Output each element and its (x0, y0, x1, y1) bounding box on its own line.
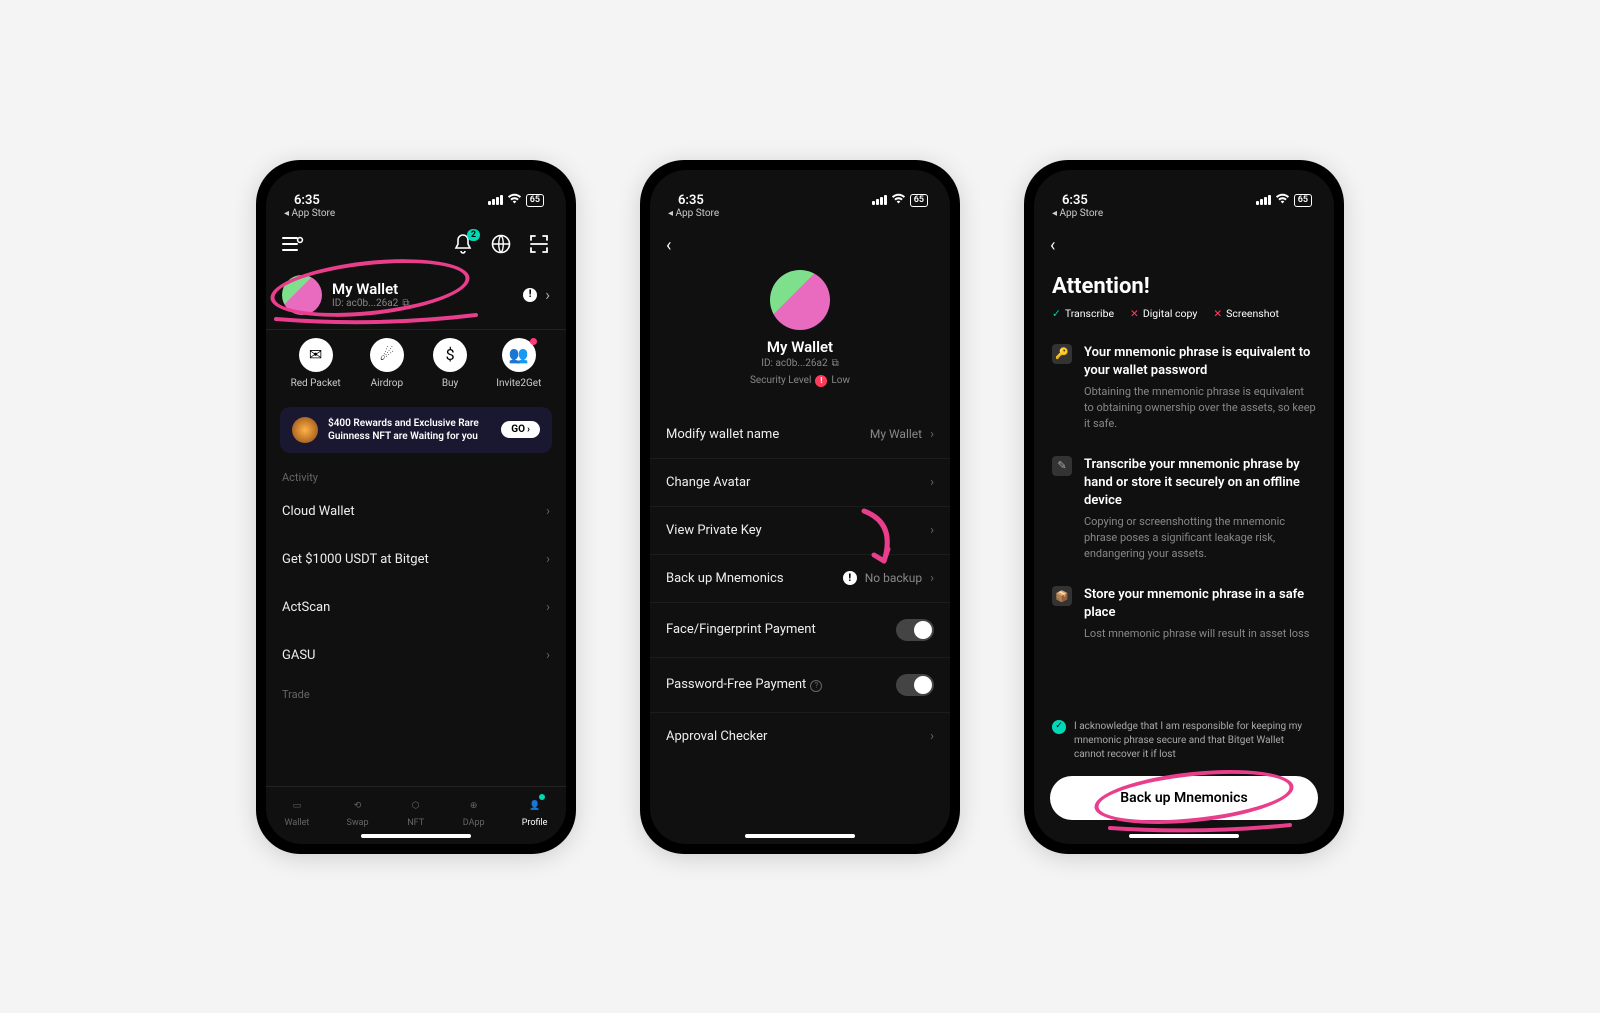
back-button[interactable]: ‹ (650, 225, 950, 264)
wifi-icon (507, 193, 522, 208)
tab-profile[interactable]: 👤Profile (522, 796, 548, 828)
home-indicator (1129, 834, 1239, 838)
key-icon: 🔑 (1052, 344, 1072, 364)
row-backup-mnemonics[interactable]: Back up Mnemonics ! No backup› (650, 555, 950, 603)
quick-red-packet[interactable]: ✉Red Packet (291, 338, 341, 389)
globe-icon[interactable] (490, 233, 512, 255)
status-bar: 6:35 65 (266, 170, 566, 208)
status-bar: 6:35 65 (650, 170, 950, 208)
banner-go-button[interactable]: GO› (501, 421, 540, 438)
copy-icon[interactable]: ⧉ (402, 298, 409, 309)
row-change-avatar[interactable]: Change Avatar› (650, 459, 950, 507)
home-indicator (745, 834, 855, 838)
notification-badge: 2 (467, 229, 480, 241)
rule-screenshot: ✕Screenshot (1213, 307, 1279, 320)
breadcrumb-back[interactable]: ◂ App Store (266, 208, 566, 225)
tab-swap[interactable]: ⟲Swap (347, 796, 369, 828)
row-gasu[interactable]: GASU› (266, 632, 566, 680)
rules-row: ✓Transcribe ✕Digital copy ✕Screenshot (1034, 307, 1334, 334)
row-cloud-wallet[interactable]: Cloud Wallet› (266, 488, 566, 536)
scan-icon[interactable] (528, 233, 550, 255)
info-block-3: 📦 Store your mnemonic phrase in a safe p… (1034, 576, 1334, 656)
phone-profile: 6:35 65 ◂ App Store 2 (256, 160, 576, 854)
alert-icon: ! (843, 571, 857, 585)
banner-image (292, 417, 318, 443)
row-approval-checker[interactable]: Approval Checker› (650, 713, 950, 761)
security-level: Security Level ! Low (750, 375, 850, 387)
status-time: 6:35 (1062, 193, 1088, 208)
row-get-usdt[interactable]: Get $1000 USDT at Bitget› (266, 536, 566, 584)
wallet-avatar (282, 275, 322, 315)
row-actscan[interactable]: ActScan› (266, 584, 566, 632)
wifi-icon (1275, 193, 1290, 208)
row-view-private-key[interactable]: View Private Key› (650, 507, 950, 555)
section-trade-label: Trade (266, 680, 566, 705)
check-icon: ✓ (1052, 307, 1061, 320)
security-dot-icon: ! (815, 375, 827, 387)
profile-header: 2 (266, 225, 566, 267)
wallet-id: ID: ac0b...26a2 ⧉ (761, 358, 838, 369)
wallet-header: My Wallet ID: ac0b...26a2 ⧉ Security Lev… (650, 264, 950, 401)
quick-invite2get[interactable]: 👥Invite2Get (496, 338, 541, 389)
row-face-payment[interactable]: Face/Fingerprint Payment (650, 603, 950, 658)
breadcrumb-back[interactable]: ◂ App Store (650, 208, 950, 225)
breadcrumb-back[interactable]: ◂ App Store (1034, 208, 1334, 225)
promo-banner[interactable]: $400 Rewards and Exclusive Rare Guinness… (280, 407, 552, 453)
section-activity-label: Activity (266, 463, 566, 488)
battery-icon: 65 (526, 194, 544, 207)
acknowledge-row[interactable]: ✓ I acknowledge that I am responsible fo… (1034, 708, 1334, 772)
wallet-card[interactable]: My Wallet ID: ac0b...26a2 ⧉ ! › (266, 267, 566, 329)
quick-airdrop[interactable]: ☄Airdrop (370, 338, 404, 389)
backup-mnemonics-button[interactable]: Back up Mnemonics (1050, 776, 1318, 820)
annotation-underline (1050, 820, 1334, 834)
info-block-1: 🔑 Your mnemonic phrase is equivalent to … (1034, 334, 1334, 446)
wallet-name: My Wallet (767, 338, 833, 356)
phone-attention: 6:35 65 ◂ App Store ‹ Attention! ✓Transc… (1024, 160, 1344, 854)
quick-buy[interactable]: $Buy (433, 338, 467, 389)
box-icon: 📦 (1052, 586, 1072, 606)
tab-nft[interactable]: ⬡NFT (406, 796, 426, 828)
row-modify-name[interactable]: Modify wallet name My Wallet› (650, 411, 950, 459)
info-block-2: ✎ Transcribe your mnemonic phrase by han… (1034, 446, 1334, 576)
alert-icon: ! (523, 288, 537, 302)
status-bar: 6:35 65 (1034, 170, 1334, 208)
pen-icon: ✎ (1052, 456, 1072, 476)
wallet-name: My Wallet (332, 280, 409, 298)
ack-checkbox-icon: ✓ (1052, 720, 1066, 734)
rule-transcribe: ✓Transcribe (1052, 307, 1114, 320)
status-time: 6:35 (678, 193, 704, 208)
notifications-icon[interactable]: 2 (452, 233, 474, 255)
x-icon: ✕ (1130, 307, 1139, 320)
attention-title: Attention! (1034, 264, 1334, 307)
tab-wallet[interactable]: ▭Wallet (285, 796, 310, 828)
settings-list-icon[interactable] (282, 233, 304, 255)
chevron-right-icon: › (545, 285, 550, 304)
toggle-pwfree-payment[interactable] (896, 674, 934, 696)
back-button[interactable]: ‹ (1034, 225, 1334, 264)
rule-digital-copy: ✕Digital copy (1130, 307, 1197, 320)
banner-text: $400 Rewards and Exclusive Rare Guinness… (328, 417, 491, 443)
tab-dapp[interactable]: ⊕DApp (463, 796, 485, 828)
phone-wallet-settings: 6:35 65 ◂ App Store ‹ My Wallet ID: ac0b… (640, 160, 960, 854)
row-pwfree-payment[interactable]: Password-Free Payment? (650, 658, 950, 713)
wallet-id: ID: ac0b...26a2 ⧉ (332, 298, 409, 309)
copy-icon[interactable]: ⧉ (832, 358, 839, 369)
status-time: 6:35 (294, 193, 320, 208)
signal-icon (872, 195, 887, 205)
x-icon: ✕ (1213, 307, 1222, 320)
help-icon[interactable]: ? (810, 680, 822, 692)
battery-icon: 65 (910, 194, 928, 207)
wifi-icon (891, 193, 906, 208)
home-indicator (361, 834, 471, 838)
signal-icon (1256, 195, 1271, 205)
wallet-avatar (770, 270, 830, 330)
ack-text: I acknowledge that I am responsible for … (1074, 720, 1316, 762)
battery-icon: 65 (1294, 194, 1312, 207)
quick-actions: ✉Red Packet ☄Airdrop $Buy 👥Invite2Get (266, 329, 566, 403)
signal-icon (488, 195, 503, 205)
toggle-face-payment[interactable] (896, 619, 934, 641)
